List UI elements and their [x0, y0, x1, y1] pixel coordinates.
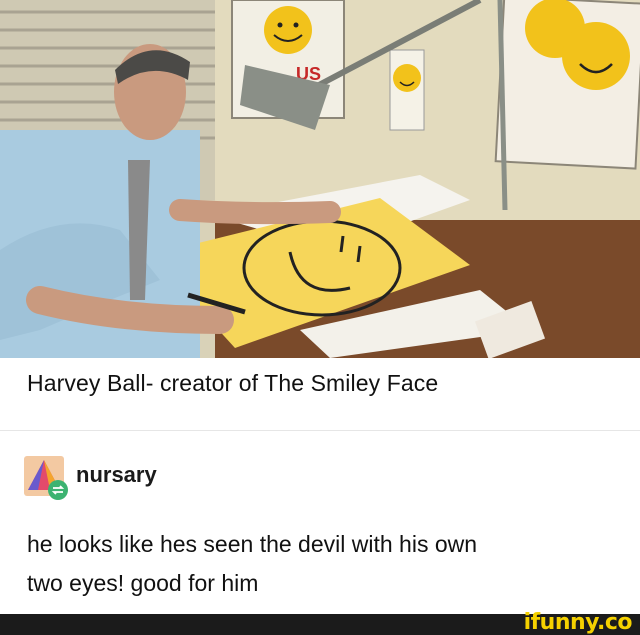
- image-caption: Harvey Ball- creator of The Smiley Face: [27, 370, 439, 396]
- watermark-bar: ifunny.co: [0, 610, 640, 635]
- comment-line-1: he looks like hes seen the devil with hi…: [27, 531, 478, 557]
- reblog-header: nursary: [24, 456, 157, 500]
- comment-line-2: two eyes! good for him: [27, 570, 259, 596]
- divider: [0, 430, 640, 431]
- reblog-comment: he looks like hes seen the devil with hi…: [27, 525, 617, 603]
- post-photo: US: [0, 0, 640, 358]
- ifunny-logo[interactable]: ifunny.co: [524, 610, 633, 635]
- username[interactable]: nursary: [76, 462, 157, 488]
- user-avatar[interactable]: [24, 456, 68, 500]
- pyramid-avatar-icon: [24, 456, 68, 500]
